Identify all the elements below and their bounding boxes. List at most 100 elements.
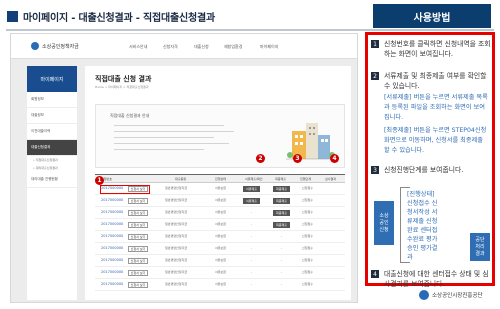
sidebar: 마이페이지 회원정보 대출정보 이전대출이력 대출신청결과 • 직접대출신청결과… xyxy=(27,66,77,300)
nav-item[interactable]: 마이페이지 xyxy=(260,44,278,50)
empty-cell: - xyxy=(281,282,283,286)
application-number-link[interactable]: 2017000000 xyxy=(101,222,123,226)
footer-logo: 소상공인시장진흥공단 xyxy=(419,290,483,300)
sidebar-item-active[interactable]: 대출신청결과 xyxy=(27,140,77,156)
empty-cell: - xyxy=(281,258,283,262)
empty-cell: - xyxy=(251,258,253,262)
view-application-button[interactable]: 신청서 보기 xyxy=(128,246,148,252)
table-row: 2017000000 신청서 보기 일반경영안정자금 서류보완 - - 신청접수 xyxy=(95,279,345,291)
note-final: [최종제출] 버튼을 누르면 STEP04신청화면으로 이동하며, 신청서를 최… xyxy=(384,127,487,154)
application-number-link[interactable]: 2017000000 xyxy=(101,282,123,286)
results-table: 신청번호 대출종류 진행상태 서류제출/확인 최종제출 진행단계 심사결과 20… xyxy=(95,174,345,291)
badge-1: 1 xyxy=(95,176,104,185)
sidebar-subitem[interactable]: • 대리대출신청결과 xyxy=(27,164,77,172)
flow-line: 승인 평가결 xyxy=(407,245,438,252)
nav-item[interactable]: 재창업환경 xyxy=(224,44,242,50)
final-submit-button[interactable]: 최종제출 xyxy=(273,210,290,216)
final-submit-button[interactable]: 최종제출 xyxy=(273,198,290,204)
step-text: 대출신청에 대한 센터접수 상태 및 심사결과를 보여줍니다. xyxy=(384,270,489,288)
nav-item[interactable]: 신청자격 xyxy=(163,44,178,50)
application-number-link[interactable]: 2017000000 xyxy=(101,270,123,274)
step-number: 1 xyxy=(371,40,379,48)
col-header: 서류제출/확인 xyxy=(245,177,263,181)
logo-icon xyxy=(31,42,39,50)
table-header: 신청번호 대출종류 진행상태 서류제출/확인 최종제출 진행단계 심사결과 xyxy=(95,174,345,183)
application-number-link[interactable]: 2017000000 xyxy=(101,234,123,238)
col-header: 진행단계 xyxy=(300,177,312,181)
progress-stage: 신청접수 xyxy=(302,270,314,274)
application-number-link[interactable]: 2017000000 xyxy=(101,246,123,250)
view-application-button[interactable]: 신청서 보기 xyxy=(128,282,148,288)
step-text: 신청진행단계를 보여줍니다. xyxy=(384,166,464,174)
loan-kind: 일반경영안정자금 xyxy=(165,186,188,190)
loan-kind: 일반경영안정자금 xyxy=(165,258,188,262)
empty-cell: - xyxy=(281,234,283,238)
application-number-link[interactable]: 2017000000 xyxy=(101,210,123,214)
status-text: 서류보완 xyxy=(215,234,227,238)
content-title: 직접대출 신청 결과 xyxy=(95,75,152,83)
slide-header: 마이페이지 - 대출신청결과 - 직접대출신청결과 사용방법 xyxy=(0,0,500,31)
site-logo[interactable]: 소상공인정책자금 xyxy=(31,42,79,50)
notice-line xyxy=(114,131,234,132)
agency-box: 공단 처리 결과 xyxy=(470,233,490,261)
site-screenshot: 소상공인정책자금 서비스안내 신청자격 대출신청 재창업환경 마이페이지 마이페… xyxy=(10,33,358,303)
step-number: 4 xyxy=(371,270,379,278)
loan-kind: 일반경영안정자금 xyxy=(165,270,188,274)
step-text: 서류제출 및 최종제출 여부를 확인할 수 있습니다. xyxy=(384,72,487,90)
status-text: 서류보완 xyxy=(215,258,227,262)
empty-cell: - xyxy=(251,282,253,286)
step-number: 3 xyxy=(371,166,379,174)
notice-line xyxy=(114,137,214,138)
breadcrumb: Home > 마이페이지 > 직접대출신청결과 xyxy=(95,85,149,89)
progress-stage: 신청접수 xyxy=(302,246,314,250)
view-application-button[interactable]: 신청서 보기 xyxy=(128,270,148,276)
nav-item[interactable]: 대출신청 xyxy=(194,44,209,50)
view-application-button[interactable]: 신청서 보기 xyxy=(128,258,148,264)
flow-line: 과 xyxy=(407,254,413,261)
view-application-button[interactable]: 신청서 보기 xyxy=(128,222,148,228)
flow-line: 수완료 평가 xyxy=(407,236,438,243)
empty-cell: - xyxy=(251,234,253,238)
note-docs: [서류제출] 버튼을 누르면 서류제출 목록과 등록된 파일을 조회하는 화면이… xyxy=(384,94,488,121)
header-divider xyxy=(6,29,494,31)
empty-cell: - xyxy=(281,270,283,274)
site-topbar: 소상공인정책자금 서비스안내 신청자격 대출신청 재창업환경 마이페이지 xyxy=(11,34,357,59)
empty-cell: - xyxy=(281,246,283,250)
instructions-panel: 1 신청번호를 클릭하면 신청내역을 조회하는 화면이 보여집니다. 2 서류제… xyxy=(365,32,495,288)
page-title: 마이페이지 - 대출신청결과 - 직접대출신청결과 xyxy=(23,13,216,24)
agency-logo-icon xyxy=(419,290,429,300)
col-header: 심사결과 xyxy=(325,177,337,181)
application-number-link[interactable]: 2017000000 xyxy=(101,198,123,202)
submit-docs-button[interactable]: 서류제출 xyxy=(243,198,260,204)
loan-kind: 일반경영안정자금 xyxy=(165,222,188,226)
final-submit-button[interactable]: 최종제출 xyxy=(273,222,290,228)
nav-item[interactable]: 서비스안내 xyxy=(129,44,147,50)
final-submit-button[interactable]: 최종제출 xyxy=(273,186,290,192)
sidebar-item[interactable]: 대리대출 진행현황 xyxy=(27,172,77,188)
view-application-button[interactable]: 신청서 보기 xyxy=(128,198,148,204)
progress-stage: 신청접수 xyxy=(302,234,314,238)
table-row: 2017000000 신청서 보기 일반경영안정자금 서류보완 - - 신청접수 xyxy=(95,231,345,243)
progress-stage: 신청접수 xyxy=(302,210,314,214)
status-text: 서류보완 xyxy=(215,282,227,286)
progress-stage: 신청접수 xyxy=(302,198,314,202)
notice-box: 직접대출 신청결과 안내 xyxy=(95,104,345,168)
sidebar-item[interactable]: 회원정보 xyxy=(27,92,77,108)
sidebar-subitem[interactable]: • 직접대출신청결과 xyxy=(27,156,77,164)
notice-line xyxy=(114,143,229,144)
submit-docs-button[interactable]: 서류제출 xyxy=(243,186,260,192)
progress-stage: 신청접수 xyxy=(302,222,314,226)
notice-line xyxy=(114,125,224,126)
flow-line: 청서작성 서 xyxy=(407,209,438,216)
highlight-box xyxy=(100,185,150,194)
sidebar-item[interactable]: 이전대출이력 xyxy=(27,124,77,140)
empty-cell: - xyxy=(251,210,253,214)
sidebar-item[interactable]: 대출정보 xyxy=(27,108,77,124)
view-application-button[interactable]: 신청서 보기 xyxy=(128,234,148,240)
col-header: 진행상태 xyxy=(215,177,227,181)
loan-kind: 일반경영안정자금 xyxy=(165,198,188,202)
flow-line: 완료 센터접 xyxy=(407,227,438,234)
view-application-button[interactable]: 신청서 보기 xyxy=(128,210,148,216)
title-marker xyxy=(7,11,18,22)
application-number-link[interactable]: 2017000000 xyxy=(101,258,123,262)
